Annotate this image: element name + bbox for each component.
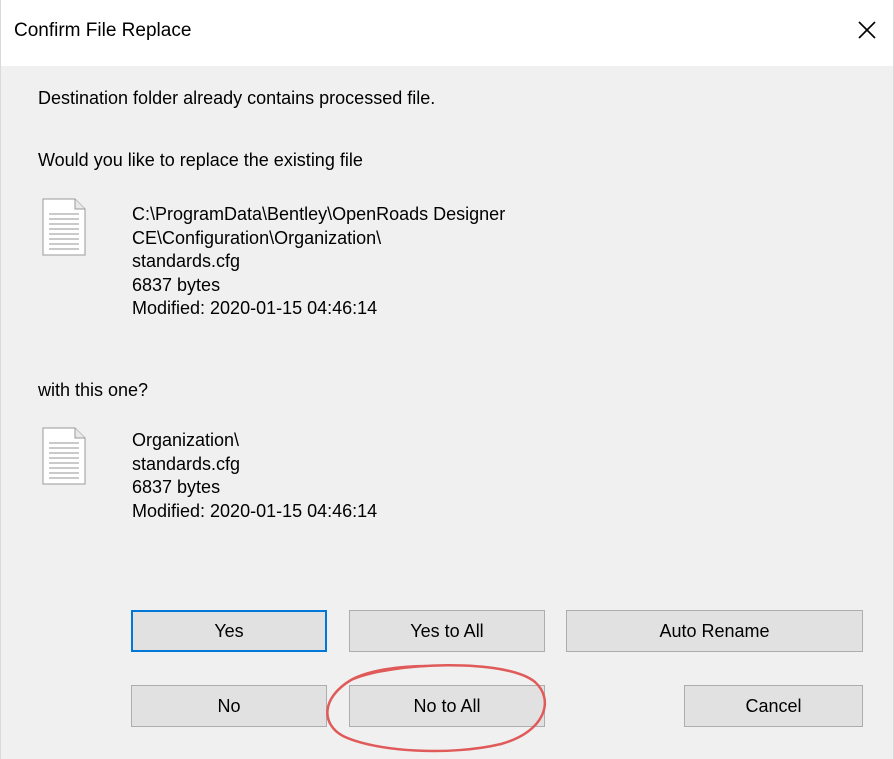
existing-file-modified: Modified: 2020-01-15 04:46:14	[132, 298, 378, 318]
close-button[interactable]	[849, 12, 885, 48]
existing-file-details: C:\ProgramData\Bentley\OpenRoads Designe…	[132, 203, 505, 321]
dialog-title: Confirm File Replace	[14, 20, 192, 41]
with-question: with this one?	[38, 380, 149, 400]
existing-file-path-line-2: CE\Configuration\Organization\	[132, 227, 382, 248]
auto-rename-button[interactable]: Auto Rename	[566, 610, 863, 652]
existing-file-path-line-1: C:\ProgramData\Bentley\OpenRoads Designe…	[132, 204, 506, 224]
existing-file-name: standards.cfg	[132, 251, 241, 271]
new-file-document-icon	[41, 427, 87, 485]
new-file-size: 6837 bytes	[132, 477, 221, 497]
no-to-all-button[interactable]: No to All	[349, 685, 545, 727]
new-file-folder: Organization\	[132, 430, 240, 450]
confirm-file-replace-dialog: Confirm File Replace Destination folder …	[0, 0, 894, 759]
cancel-button[interactable]: Cancel	[684, 685, 863, 727]
title-bar[interactable]: Confirm File Replace	[1, 0, 893, 66]
destination-notice: Destination folder already contains proc…	[38, 88, 436, 108]
existing-file-size: 6837 bytes	[132, 274, 221, 295]
close-icon	[858, 21, 876, 39]
yes-to-all-button[interactable]: Yes to All	[349, 610, 545, 652]
new-file-details: Organization\ standards.cfg 6837 bytes M…	[132, 429, 377, 523]
existing-file-document-icon	[41, 198, 87, 256]
replace-question: Would you like to replace the existing f…	[38, 150, 363, 170]
new-file-modified: Modified: 2020-01-15 04:46:14	[132, 500, 378, 521]
yes-button[interactable]: Yes	[131, 610, 327, 652]
new-file-name: standards.cfg	[132, 453, 241, 474]
no-button[interactable]: No	[131, 685, 327, 727]
